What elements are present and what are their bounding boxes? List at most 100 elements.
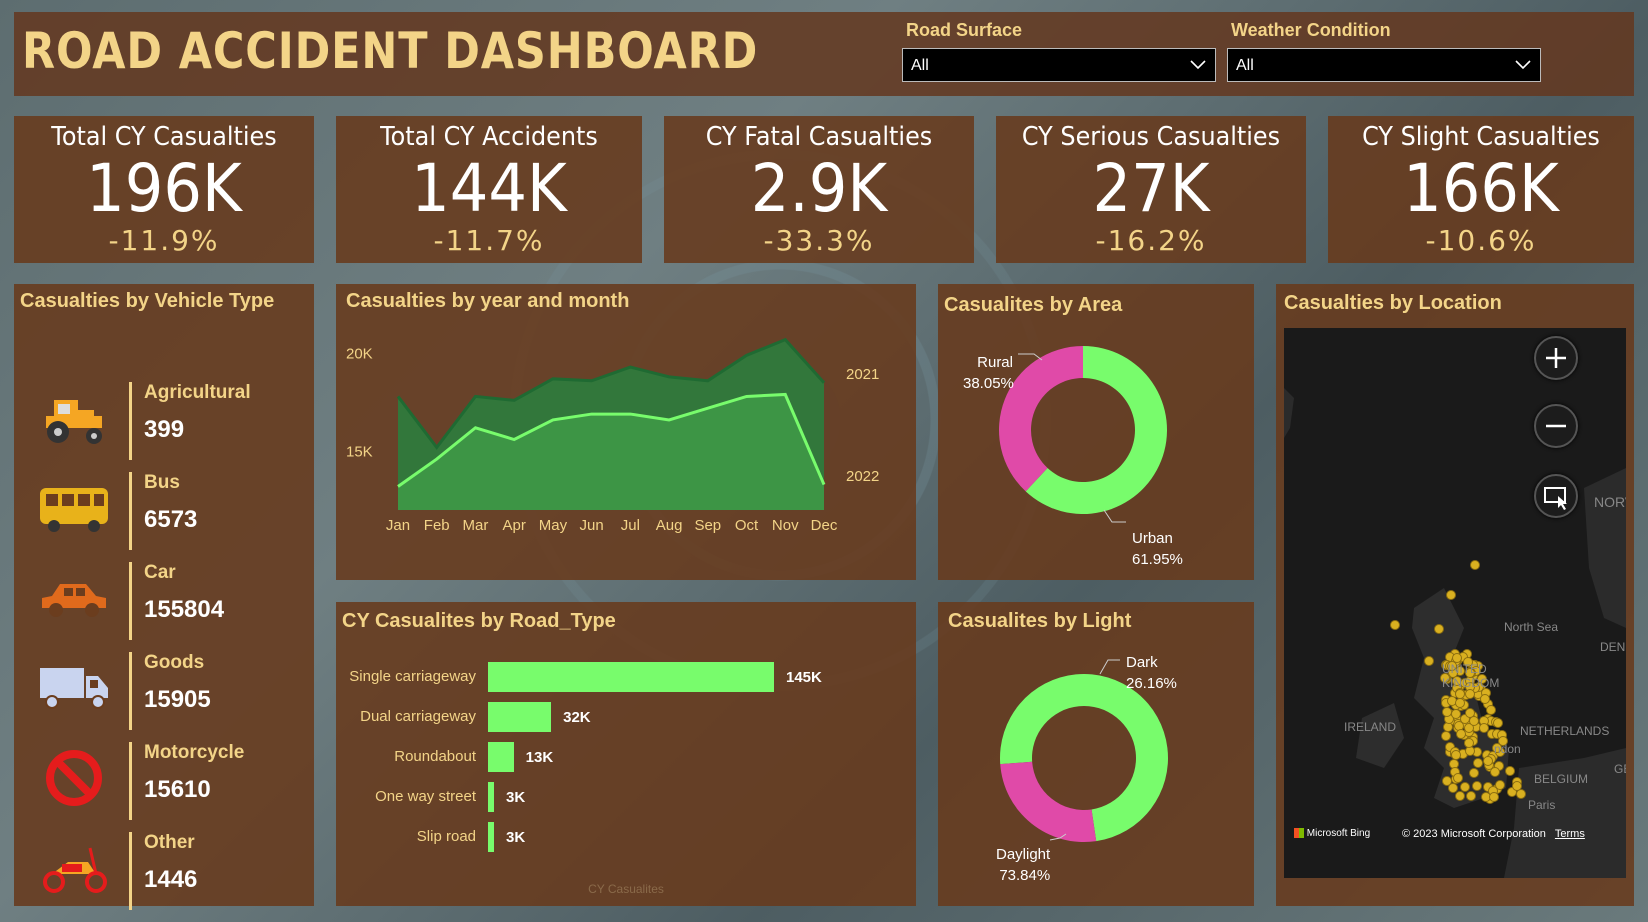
terms-link[interactable]: Terms: [1555, 828, 1585, 840]
car-icon: [42, 584, 106, 617]
weather-condition-dropdown[interactable]: All: [1227, 48, 1541, 82]
scooter-icon: [43, 847, 107, 893]
area-donut-chart[interactable]: [938, 284, 1254, 580]
road-type-category-label: Slip road: [416, 828, 476, 845]
location-dot[interactable]: [1471, 780, 1482, 791]
separator: [129, 472, 132, 550]
location-dot[interactable]: [1465, 791, 1476, 802]
x-tick-label: Apr: [503, 517, 526, 534]
minus-icon: [1546, 424, 1566, 428]
road-type-value-label: 13K: [525, 749, 554, 766]
location-dot[interactable]: [1486, 705, 1497, 716]
location-dot[interactable]: [1473, 757, 1484, 768]
area-donut-panel: Casualites by Area Rural 38.05% Urban 61…: [938, 284, 1254, 580]
location-map-panel: Casualties by Location North Sea UNITED …: [1276, 284, 1634, 906]
x-tick-label: Feb: [424, 517, 450, 534]
location-dot[interactable]: [1442, 775, 1453, 786]
x-tick-label: Sep: [694, 517, 721, 534]
location-dot[interactable]: [1463, 737, 1474, 748]
road-surface-dropdown[interactable]: All: [902, 48, 1216, 82]
y-tick-label: 15K: [346, 443, 373, 460]
location-dot[interactable]: [1424, 656, 1434, 666]
norway-label: NORV: [1594, 494, 1626, 510]
location-dot[interactable]: [1451, 708, 1462, 719]
location-dot[interactable]: [1482, 755, 1493, 766]
vehicle-value: 15610: [144, 776, 211, 803]
rural-name: Rural: [977, 354, 1013, 371]
daylight-label: Daylight 73.84%: [996, 844, 1050, 886]
road-type-bar[interactable]: [488, 702, 552, 732]
location-dot[interactable]: [1488, 792, 1499, 803]
road-type-category-label: Roundabout: [394, 748, 476, 765]
kpi-value: 166K: [1403, 150, 1559, 227]
separator: [129, 562, 132, 640]
london-label: ndon: [1494, 742, 1521, 756]
road-type-value-label: 145K: [786, 669, 822, 686]
separator: [129, 832, 132, 910]
location-dot[interactable]: [1490, 766, 1501, 777]
kpi-label: CY Fatal Casualties: [705, 122, 933, 152]
road-type-bar[interactable]: [488, 782, 494, 812]
location-dot[interactable]: [1452, 772, 1463, 783]
dark-name: Dark: [1126, 654, 1158, 671]
x-tick-label: Mar: [463, 517, 489, 534]
location-dot[interactable]: [1504, 766, 1515, 777]
vehicle-panel-title: Casualties by Vehicle Type: [20, 290, 275, 312]
map-canvas[interactable]: North Sea UNITED KINGDOM IRELAND NETHERL…: [1284, 328, 1626, 878]
location-dot[interactable]: [1441, 731, 1452, 742]
rectangle-select-icon: [1544, 487, 1567, 510]
light-donut-chart[interactable]: [938, 602, 1254, 906]
x-tick-label: Jun: [580, 517, 604, 534]
location-dot[interactable]: [1492, 718, 1503, 729]
select-area-button[interactable]: [1534, 474, 1578, 518]
zoom-out-button[interactable]: [1534, 404, 1578, 448]
kpi-value: 144K: [411, 150, 567, 227]
location-dot[interactable]: [1469, 768, 1480, 779]
trend-chart-panel: Casualties by year and month 2021 2022 Jan…: [336, 284, 916, 580]
dark-label: Dark 26.16%: [1126, 652, 1177, 694]
zoom-in-button[interactable]: [1534, 336, 1578, 380]
location-dot[interactable]: [1455, 791, 1466, 802]
road-type-category-label: Dual carriageway: [360, 708, 476, 725]
road-type-bar-chart[interactable]: Single carriageway 145K Dual carriageway 32…: [336, 602, 916, 906]
trend-area-chart[interactable]: 2021 2022 Jan Feb Mar Apr May Jun Jul Aug Sep Oct No…: [336, 284, 916, 580]
road-type-value-label: 3K: [506, 789, 526, 806]
road-type-bar[interactable]: [488, 662, 774, 692]
kpi-card-total-casualties: Total CY Casualties 196K -11.9%: [14, 116, 314, 263]
urban-value: 61.95%: [1132, 551, 1183, 568]
chevron-down-icon: [1190, 60, 1206, 70]
road-type-panel: CY Casualites by Road_Type Single carria…: [336, 602, 916, 906]
north-sea-label: North Sea: [1504, 620, 1559, 634]
urban-name: Urban: [1132, 530, 1173, 547]
kpi-change: -33.3%: [763, 224, 875, 257]
light-donut-panel: Casualites by Light Dark 26.16% Daylight…: [938, 602, 1254, 906]
denmark-label: DENM: [1600, 640, 1626, 654]
road-type-bar[interactable]: [488, 742, 514, 772]
chevron-down-icon: [1515, 60, 1531, 70]
netherlands-label: NETHERLANDS: [1520, 724, 1610, 738]
location-dot[interactable]: [1478, 722, 1489, 733]
location-dot[interactable]: [1434, 624, 1444, 634]
series-label-2022: 2022: [846, 468, 879, 485]
location-dot[interactable]: [1390, 620, 1400, 630]
kpi-value: 2.9K: [750, 150, 888, 227]
location-dot[interactable]: [1450, 749, 1461, 760]
location-dot[interactable]: [1455, 728, 1466, 739]
vehicle-row-other: Other 1446: [14, 826, 314, 916]
bus-icon: [40, 488, 108, 532]
location-dot[interactable]: [1441, 706, 1452, 717]
location-dot[interactable]: [1511, 781, 1522, 792]
vehicle-name: Agricultural: [144, 382, 251, 403]
location-dot[interactable]: [1446, 590, 1456, 600]
weather-condition-value: All: [1236, 57, 1254, 74]
germany-label: GE: [1614, 762, 1626, 776]
x-tick-label: May: [539, 517, 568, 534]
vehicle-type-panel: Casualties by Vehicle Type Agricultural …: [14, 284, 314, 910]
united-kingdom-label: UNITED KINGDOM: [1442, 662, 1500, 690]
kpi-label: Total CY Accidents: [380, 122, 598, 152]
location-dot[interactable]: [1470, 560, 1480, 570]
y-tick-label: 20K: [346, 345, 373, 362]
road-type-bar[interactable]: [488, 822, 494, 852]
donut-slice-dark[interactable]: [1000, 761, 1097, 842]
road-surface-label: Road Surface: [906, 20, 1023, 40]
